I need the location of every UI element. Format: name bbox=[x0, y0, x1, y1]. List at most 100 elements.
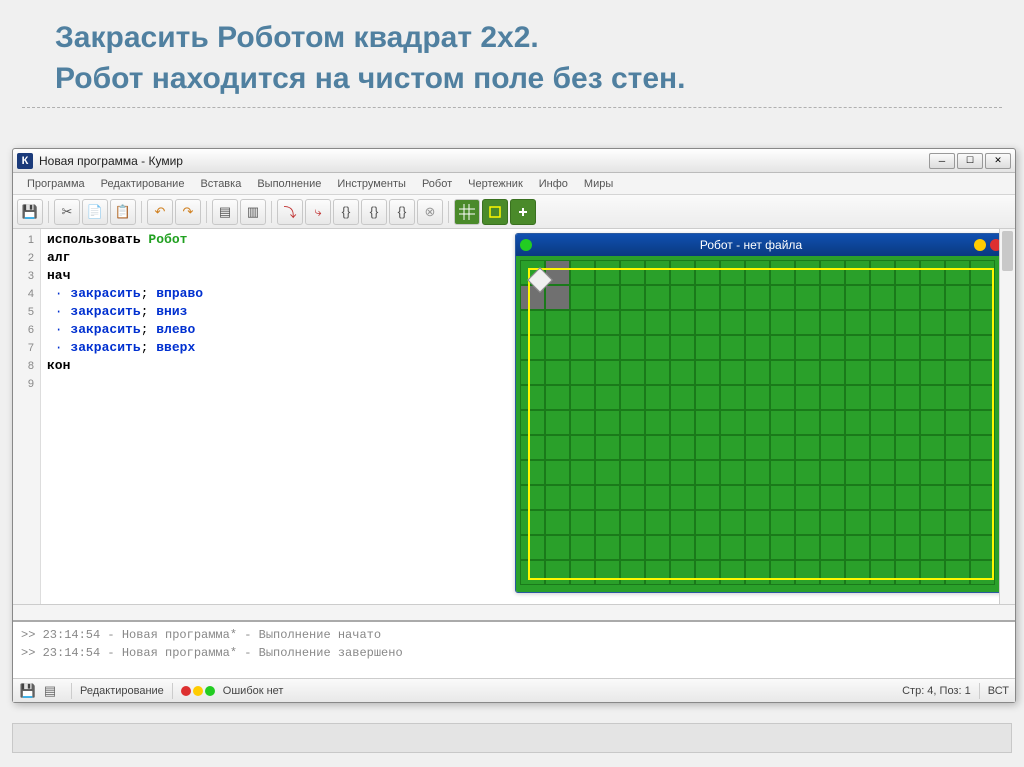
grid-cell bbox=[845, 260, 870, 285]
grid-cell bbox=[720, 460, 745, 485]
grid-cell bbox=[870, 485, 895, 510]
menu-edit[interactable]: Редактирование bbox=[93, 175, 193, 193]
vertical-scrollbar[interactable] bbox=[999, 229, 1015, 604]
robot-titlebar[interactable]: Робот - нет файла bbox=[516, 234, 1006, 256]
step-over-icon[interactable]: ⤵ bbox=[277, 199, 303, 225]
grid-cell bbox=[620, 460, 645, 485]
grid-cell bbox=[795, 310, 820, 335]
grid-cell bbox=[720, 385, 745, 410]
grid-cell bbox=[895, 460, 920, 485]
grid-cell bbox=[620, 435, 645, 460]
grid-cell bbox=[820, 460, 845, 485]
window-title: Новая программа - Кумир bbox=[39, 154, 929, 168]
grid-cell bbox=[545, 285, 570, 310]
close-button[interactable]: ✕ bbox=[985, 153, 1011, 169]
line-number: 3 bbox=[13, 267, 40, 285]
grid-cell bbox=[945, 510, 970, 535]
toolbar-separator bbox=[448, 201, 449, 223]
brace3-icon[interactable]: {} bbox=[389, 199, 415, 225]
grid-cell bbox=[920, 260, 945, 285]
grid-cell bbox=[770, 485, 795, 510]
grid-cell bbox=[645, 385, 670, 410]
horizontal-scrollbar[interactable] bbox=[13, 604, 1015, 620]
menu-drawer[interactable]: Чертежник bbox=[460, 175, 531, 193]
robot-panel[interactable]: Робот - нет файла bbox=[515, 233, 1007, 593]
maximize-button[interactable]: ☐ bbox=[957, 153, 983, 169]
line-number: 1 bbox=[13, 231, 40, 249]
brace1-icon[interactable]: {} bbox=[333, 199, 359, 225]
grid-cell bbox=[870, 260, 895, 285]
save-icon[interactable]: 💾 bbox=[17, 199, 43, 225]
grid-cell bbox=[945, 310, 970, 335]
grid-cell bbox=[720, 410, 745, 435]
kw-robot: Робот bbox=[148, 232, 187, 247]
undo-icon[interactable]: ↶ bbox=[147, 199, 173, 225]
grid-cell bbox=[670, 560, 695, 585]
traffic-yellow-icon bbox=[193, 686, 203, 696]
grid-cell bbox=[745, 360, 770, 385]
toolbar-separator bbox=[206, 201, 207, 223]
grid-cell bbox=[745, 310, 770, 335]
menu-program[interactable]: Программа bbox=[19, 175, 93, 193]
frame-icon[interactable] bbox=[482, 199, 508, 225]
minimize-button[interactable]: ─ bbox=[929, 153, 955, 169]
menu-tools[interactable]: Инструменты bbox=[329, 175, 414, 193]
redo-icon[interactable]: ↷ bbox=[175, 199, 201, 225]
slide-title: Закрасить Роботом квадрат 2х2. Робот нах… bbox=[55, 18, 984, 99]
robot-minimize-icon[interactable] bbox=[974, 239, 986, 251]
grid-cell bbox=[695, 535, 720, 560]
doc1-icon[interactable]: ▤ bbox=[212, 199, 238, 225]
scrollbar-thumb[interactable] bbox=[1002, 231, 1013, 271]
grid-cell bbox=[970, 260, 995, 285]
grid-cell bbox=[720, 560, 745, 585]
grid-cell bbox=[920, 385, 945, 410]
menu-info[interactable]: Инфо bbox=[531, 175, 576, 193]
kw-alg: алг bbox=[47, 250, 70, 265]
title-line-1: Закрасить Роботом квадрат 2х2. bbox=[55, 21, 539, 54]
step-into-icon[interactable]: ⤷ bbox=[305, 199, 331, 225]
grid-icon[interactable] bbox=[454, 199, 480, 225]
grid-cell bbox=[795, 335, 820, 360]
grid-cell bbox=[645, 510, 670, 535]
grid-cell bbox=[870, 460, 895, 485]
stop-icon[interactable]: ⊗ bbox=[417, 199, 443, 225]
grid-cell bbox=[770, 560, 795, 585]
grid-cell bbox=[920, 310, 945, 335]
grid-cell bbox=[895, 360, 920, 385]
grid-cell bbox=[720, 510, 745, 535]
grid-cell bbox=[720, 485, 745, 510]
grid-cell bbox=[945, 410, 970, 435]
grid-cell bbox=[920, 360, 945, 385]
grid-cell bbox=[945, 460, 970, 485]
console[interactable]: >> 23:14:54 - Новая программа* - Выполне… bbox=[13, 620, 1015, 678]
grid-cell bbox=[595, 485, 620, 510]
menu-robot[interactable]: Робот bbox=[414, 175, 460, 193]
copy-icon[interactable]: 📄 bbox=[82, 199, 108, 225]
grid-cell bbox=[820, 535, 845, 560]
grid-cell bbox=[895, 510, 920, 535]
grid-cell bbox=[945, 385, 970, 410]
grid-cell bbox=[945, 535, 970, 560]
paste-icon[interactable]: 📋 bbox=[110, 199, 136, 225]
cut-icon[interactable]: ✂ bbox=[54, 199, 80, 225]
grid-cell bbox=[870, 310, 895, 335]
doc2-icon[interactable]: ▥ bbox=[240, 199, 266, 225]
robot-field[interactable] bbox=[516, 256, 1006, 592]
line-number: 5 bbox=[13, 303, 40, 321]
titlebar[interactable]: К Новая программа - Кумир ─ ☐ ✕ bbox=[13, 149, 1015, 173]
brace2-icon[interactable]: {} bbox=[361, 199, 387, 225]
grid-cell bbox=[570, 285, 595, 310]
grid-cell bbox=[945, 285, 970, 310]
grid-cell bbox=[920, 485, 945, 510]
grid-cell bbox=[620, 260, 645, 285]
grid-cell bbox=[545, 335, 570, 360]
menu-worlds[interactable]: Миры bbox=[576, 175, 621, 193]
menu-insert[interactable]: Вставка bbox=[192, 175, 249, 193]
sep: ; bbox=[141, 322, 157, 337]
grid-cell bbox=[820, 260, 845, 285]
doc-status-icon[interactable]: ▤ bbox=[41, 682, 59, 700]
menubar: Программа Редактирование Вставка Выполне… bbox=[13, 173, 1015, 195]
plus-icon[interactable] bbox=[510, 199, 536, 225]
menu-run[interactable]: Выполнение bbox=[249, 175, 329, 193]
save-status-icon[interactable]: 💾 bbox=[19, 682, 37, 700]
